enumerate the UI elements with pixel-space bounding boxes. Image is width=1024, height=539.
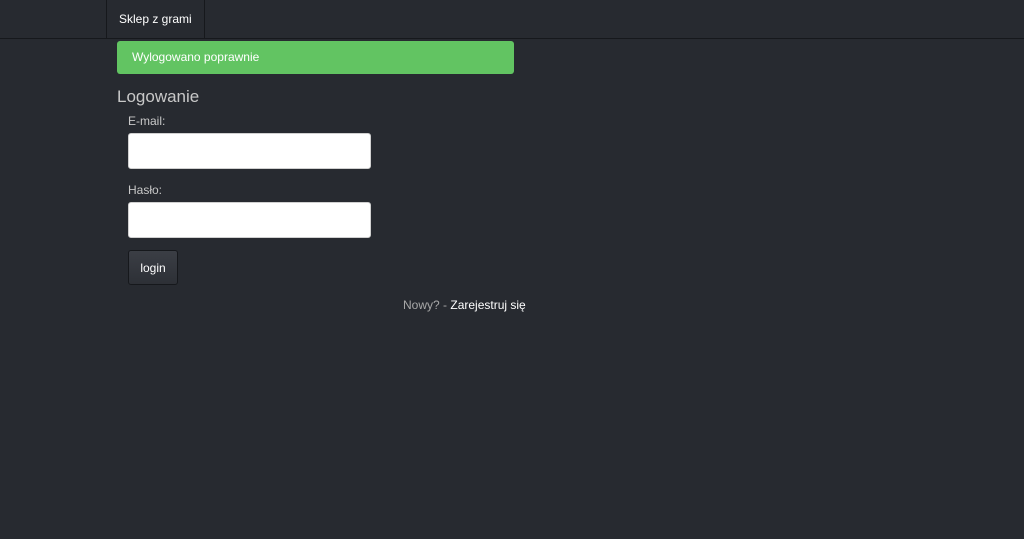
register-prompt: Nowy? - Zarejestruj się — [403, 298, 526, 313]
register-link[interactable]: Zarejestruj się — [450, 298, 525, 312]
email-label: E-mail: — [128, 114, 166, 128]
password-field[interactable] — [128, 202, 371, 238]
register-prompt-text: Nowy? - — [403, 298, 448, 312]
password-label: Hasło: — [128, 183, 163, 197]
email-field[interactable] — [128, 133, 371, 169]
navbar: Sklep z grami — [0, 0, 1024, 39]
logout-success-alert: Wylogowano poprawnie — [117, 41, 514, 74]
brand-link[interactable]: Sklep z grami — [106, 0, 205, 39]
page-title: Logowanie — [117, 87, 200, 106]
login-button[interactable]: login — [128, 250, 178, 285]
